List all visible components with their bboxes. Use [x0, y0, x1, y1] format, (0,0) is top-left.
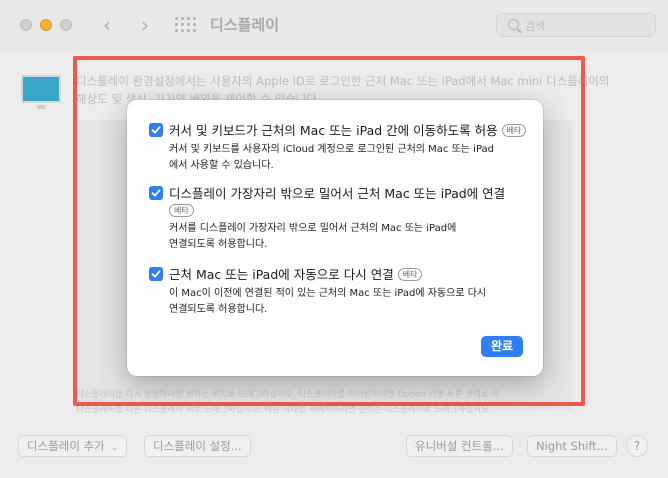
done-button[interactable]: 완료	[481, 336, 523, 357]
display-settings-button[interactable]: 디스플레이 설정...	[144, 435, 251, 457]
toolbar: ‹ › 디스플레이 검색	[0, 0, 668, 52]
option-description: 이 Mac이 이전에 연결된 적이 있는 근처의 Mac 또는 iPad에 자동…	[169, 288, 487, 315]
show-all-grid-icon[interactable]	[175, 17, 196, 33]
search-placeholder: 검색	[525, 20, 546, 33]
option-description: 커서를 디스플레이 가장자리 밖으로 밀어서 근처의 Mac 또는 iPad에 …	[169, 223, 457, 250]
search-icon	[508, 19, 519, 30]
checkmark-icon	[151, 189, 161, 197]
option-title: 디스플레이 가장자리 밖으로 밀어서 근처 Mac 또는 iPad에 연결 베타	[169, 186, 506, 217]
option-description: 커서 및 키보드를 사용자의 iCloud 계정으로 로그인된 근처의 Mac …	[169, 144, 495, 171]
option-title: 커서 및 키보드가 근처의 Mac 또는 iPad 간에 이동하도록 허용 베타	[169, 122, 529, 139]
system-preferences-window: ‹ › 디스플레이 검색 디스플레이 환경설정에서는 사용자의 Apple ID…	[0, 0, 668, 478]
checkmark-icon	[151, 126, 161, 134]
close-window-button[interactable]	[20, 19, 32, 31]
beta-badge: 베타	[169, 204, 194, 217]
forward-arrow-icon[interactable]: ›	[135, 13, 155, 37]
universal-control-sheet: 커서 및 키보드가 근처의 Mac 또는 iPad 간에 이동하도록 허용 베타 …	[127, 100, 543, 376]
checkmark-icon	[151, 270, 161, 278]
checkbox-push-through-edge[interactable]	[149, 186, 163, 200]
checkbox-auto-reconnect[interactable]	[149, 267, 163, 281]
add-display-button[interactable]: 디스플레이 추가 ⌄	[18, 435, 128, 457]
back-arrow-icon[interactable]: ‹	[97, 13, 117, 37]
checkbox-cursor-keyboard-move[interactable]	[149, 123, 163, 137]
chevron-down-icon: ⌄	[110, 443, 119, 453]
minimize-window-button[interactable]	[40, 19, 52, 31]
zoom-window-button[interactable]	[60, 19, 72, 31]
beta-badge: 베타	[501, 124, 527, 137]
help-button[interactable]: ?	[626, 435, 648, 457]
option-title: 근처 Mac 또는 iPad에 자동으로 다시 연결 베타	[169, 266, 529, 283]
window-title: 디스플레이	[210, 16, 280, 34]
beta-badge: 베타	[397, 268, 423, 281]
display-monitor-icon	[21, 75, 61, 109]
night-shift-button[interactable]: Night Shift...	[527, 435, 617, 457]
search-field[interactable]: 검색	[496, 13, 656, 37]
universal-control-button[interactable]: 유니버설 컨트롤...	[406, 435, 513, 457]
